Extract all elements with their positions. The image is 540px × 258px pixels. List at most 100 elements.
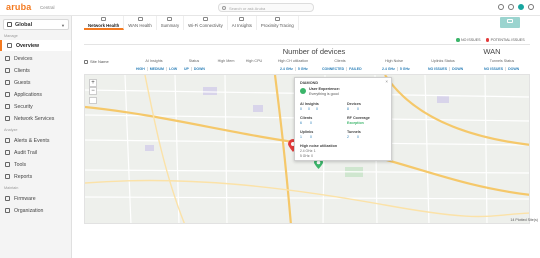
popup-tunnels-down[interactable]: 0 [357, 135, 359, 139]
site-name-filter[interactable]: Site Name [84, 59, 109, 64]
value-medium[interactable]: MEDIUM [148, 67, 167, 71]
close-icon[interactable]: × [385, 79, 388, 84]
tab-proximity-tracing[interactable]: Proximity Tracing [257, 16, 299, 30]
value-2-4ghz[interactable]: 2.4 GHz [380, 67, 398, 71]
organization-icon [5, 208, 10, 213]
value-down[interactable]: DOWN [506, 67, 521, 71]
zoom-out-button[interactable]: − [89, 87, 97, 95]
popup-site-name[interactable]: DIAMOND [300, 81, 318, 85]
scope-selector[interactable]: Global ▼ [3, 19, 69, 30]
map-area [253, 105, 263, 112]
popup-rf-coverage-value[interactable]: Exception [347, 121, 364, 125]
tab-wan-health[interactable]: WAN Health [124, 16, 157, 30]
customize-button[interactable] [500, 17, 520, 28]
tab-label: Proximity Tracing [260, 23, 294, 28]
col-ch-values[interactable]: 2.4 GHz 5 GHz [278, 67, 310, 71]
help-icon[interactable] [508, 4, 514, 10]
value-down[interactable]: DOWN [450, 67, 465, 71]
value-5ghz[interactable]: 5 GHz [398, 67, 412, 71]
tab-network-health[interactable]: Network Health [84, 16, 125, 30]
ux-title: User Experience: [309, 87, 341, 91]
popup-ai-insights-high[interactable]: 0 [300, 107, 302, 111]
col-ai-insights: AI Insights [145, 59, 163, 63]
col-clients-values[interactable]: CONNECTED FAILED [320, 67, 364, 71]
sidebar: Global ▼ Manage Overview Devices Clients… [0, 16, 72, 258]
popup-rf-coverage-label: RF Coverage [347, 116, 370, 120]
value-no-issues[interactable]: NO ISSUES [426, 67, 451, 71]
sidebar-item-firmware[interactable]: Firmware [0, 193, 71, 204]
sidebar-item-organization[interactable]: Organization [0, 205, 71, 216]
popup-tunnels-up[interactable]: 2 [347, 135, 349, 139]
col-status-values[interactable]: UP DOWN [182, 67, 207, 71]
value-5ghz[interactable]: 5 GHz [296, 67, 310, 71]
tools-icon [5, 162, 10, 167]
tab-label: Summary [160, 23, 180, 28]
value-no-issues[interactable]: NO ISSUES [482, 67, 507, 71]
reports-icon [5, 174, 10, 179]
sidebar-item-devices[interactable]: Devices [0, 53, 71, 64]
tab-wifi-connectivity[interactable]: Wi-Fi Connectivity [184, 16, 228, 30]
tab-summary[interactable]: Summary [157, 16, 185, 30]
value-2-4ghz[interactable]: 2.4 GHz [278, 67, 296, 71]
value-down[interactable]: DOWN [192, 67, 207, 71]
map-area [203, 87, 217, 95]
col-tunnels-values[interactable]: NO ISSUES DOWN [482, 67, 521, 71]
settings-icon[interactable] [518, 4, 524, 10]
sidebar-item-alerts-events[interactable]: Alerts & Events [0, 135, 71, 146]
zoom-in-button[interactable]: + [89, 79, 97, 87]
site-name-label: Site Name [90, 59, 109, 64]
sidebar-item-clients[interactable]: Clients [0, 65, 71, 76]
sidebar-item-tools[interactable]: Tools [0, 159, 71, 170]
popup-ai-insights-medium[interactable]: 0 [308, 107, 310, 111]
sidebar-item-label: Organization [14, 207, 44, 214]
value-low[interactable]: LOW [167, 67, 179, 71]
home-icon[interactable] [89, 97, 97, 104]
popup-tunnels-label: Tunnels [347, 130, 361, 134]
tab-ai-insights[interactable]: AI Insights [228, 16, 257, 30]
sidebar-item-label: Network Services [14, 115, 55, 122]
legend-potential-issues: POTENTIAL ISSUES [485, 38, 525, 42]
value-up[interactable]: UP [182, 67, 192, 71]
map-area [145, 145, 154, 151]
devices-icon [5, 56, 10, 61]
value-high[interactable]: HIGH [134, 67, 148, 71]
search-input[interactable]: Search or ask Aruba [218, 3, 314, 12]
popup-clients-failed[interactable]: 0 [310, 121, 312, 125]
popup-clients-connected[interactable]: 6 [300, 121, 302, 125]
green-dot-icon [456, 38, 460, 42]
popup-noise-label: High noise utilization [300, 144, 338, 148]
popup-devices-up[interactable]: 8 [347, 107, 349, 111]
sidebar-item-security[interactable]: Security [0, 101, 71, 112]
sidebar-item-reports[interactable]: Reports [0, 171, 71, 182]
col-noise-values[interactable]: 2.4 GHz 5 GHz [380, 67, 412, 71]
col-uplinks-values[interactable]: NO ISSUES DOWN [426, 67, 465, 71]
ai-insights-icon [239, 17, 245, 21]
user-icon[interactable] [528, 4, 534, 10]
sidebar-item-guests[interactable]: Guests [0, 77, 71, 88]
popup-uplinks-up[interactable]: 1 [300, 135, 302, 139]
message-icon[interactable] [498, 4, 504, 10]
app-subtitle: Central [40, 5, 55, 10]
col-ai-insights-values[interactable]: HIGH MEDIUM LOW [134, 67, 179, 71]
value-connected[interactable]: CONNECTED [320, 67, 348, 71]
number-of-devices-title: Number of devices [282, 47, 346, 56]
aruba-logo[interactable]: aruba [6, 2, 32, 12]
site-count: 14 Plotted Site(s) [510, 218, 538, 222]
value-failed[interactable]: FAILED [347, 67, 363, 71]
popup-ai-insights-low[interactable]: 0 [316, 107, 318, 111]
wan-title: WAN [483, 47, 501, 56]
legend-no-issues: NO ISSUES [456, 38, 481, 42]
sidebar-item-label: Devices [14, 55, 33, 62]
sidebar-item-label: Security [14, 103, 33, 110]
guests-icon [5, 80, 10, 85]
sidebar-item-applications[interactable]: Applications [0, 89, 71, 100]
sidebar-item-network-services[interactable]: Network Services [0, 113, 71, 124]
col-high-cpu: High CPU [245, 59, 263, 63]
popup-uplinks-label: Uplinks [300, 130, 314, 134]
sidebar-item-audit-trail[interactable]: Audit Trail [0, 147, 71, 158]
search-icon [222, 6, 226, 10]
site-popup: × DIAMOND User Experience: Everything is… [294, 77, 392, 161]
popup-uplinks-down[interactable]: 0 [310, 135, 312, 139]
popup-devices-down[interactable]: 0 [357, 107, 359, 111]
sidebar-item-overview[interactable]: Overview [0, 40, 71, 51]
